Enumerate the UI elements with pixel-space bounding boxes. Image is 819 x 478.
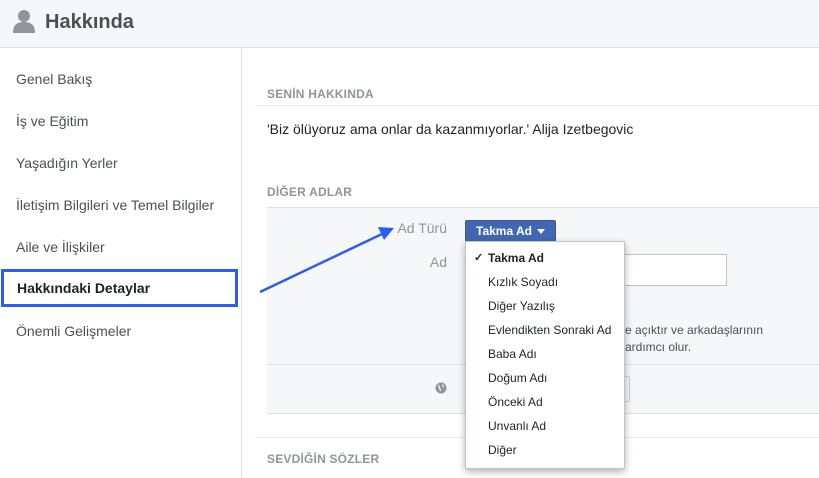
globe-icon[interactable]: [435, 382, 447, 394]
other-names-section-title: DİĞER ADLAR: [267, 185, 353, 199]
menu-item-birth-name[interactable]: Doğum Adı: [466, 366, 624, 390]
about-section-title: SENİN HAKKINDA: [267, 87, 374, 101]
name-label: Ad: [429, 254, 447, 270]
menu-item-maiden-name[interactable]: Kızlık Soyadı: [466, 270, 624, 294]
menu-item-label: Baba Adı: [488, 347, 537, 361]
name-type-menu: ✓ Takma Ad Kızlık Soyadı Diğer Yazılış Ev…: [465, 241, 625, 469]
sidebar: Genel Bakış İş ve Eğitim Yaşadığın Yerle…: [0, 49, 242, 478]
menu-item-label: Önceki Ad: [488, 395, 543, 409]
checkmark-icon: ✓: [474, 252, 484, 264]
menu-item-label: Diğer Yazılış: [488, 299, 555, 313]
name-type-dropdown-button[interactable]: Takma Ad: [465, 220, 557, 242]
menu-item-married-name[interactable]: Evlendikten Sonraki Ad: [466, 318, 624, 342]
menu-item-former-name[interactable]: Önceki Ad: [466, 390, 624, 414]
page-title: Hakkında: [45, 11, 134, 33]
menu-item-label: Evlendikten Sonraki Ad: [488, 323, 612, 337]
sidebar-item-family-relationships[interactable]: Aile ve İlişkiler: [0, 228, 242, 266]
name-type-label: Ad Türü: [397, 220, 447, 236]
sidebar-item-work-education[interactable]: İş ve Eğitim: [0, 102, 242, 140]
menu-item-name-with-title[interactable]: Unvanlı Ad: [466, 414, 624, 438]
sidebar-item-overview[interactable]: Genel Bakış: [0, 60, 242, 98]
sidebar-item-life-events[interactable]: Önemli Gelişmeler: [0, 312, 242, 350]
menu-item-label: Diğer: [488, 443, 517, 457]
caret-down-icon: [537, 229, 546, 234]
sidebar-item-contact-basic-info[interactable]: İletişim Bilgileri ve Temel Bilgiler: [0, 186, 242, 224]
section-divider: [255, 105, 819, 106]
menu-item-nickname[interactable]: ✓ Takma Ad: [466, 246, 624, 270]
favorite-quotes-section-title: SEVDİĞİN SÖZLER: [267, 452, 380, 466]
menu-item-alternate-spelling[interactable]: Diğer Yazılış: [466, 294, 624, 318]
sidebar-item-details-about[interactable]: Hakkındaki Detaylar: [1, 269, 238, 307]
sidebar-item-places[interactable]: Yaşadığın Yerler: [0, 144, 242, 182]
menu-item-label: Unvanlı Ad: [488, 419, 547, 433]
name-type-button-label: Takma Ad: [476, 224, 533, 238]
page-header: Hakkında: [0, 0, 819, 48]
menu-item-fathers-name[interactable]: Baba Adı: [466, 342, 624, 366]
menu-item-other[interactable]: Diğer: [466, 438, 624, 462]
menu-item-label: Takma Ad: [488, 251, 545, 265]
menu-item-label: Doğum Adı: [488, 371, 548, 385]
menu-item-label: Kızlık Soyadı: [488, 275, 559, 289]
person-icon: [13, 10, 35, 33]
about-text[interactable]: 'Biz ölüyoruz ama onlar da kazanmıyorlar…: [267, 121, 633, 137]
